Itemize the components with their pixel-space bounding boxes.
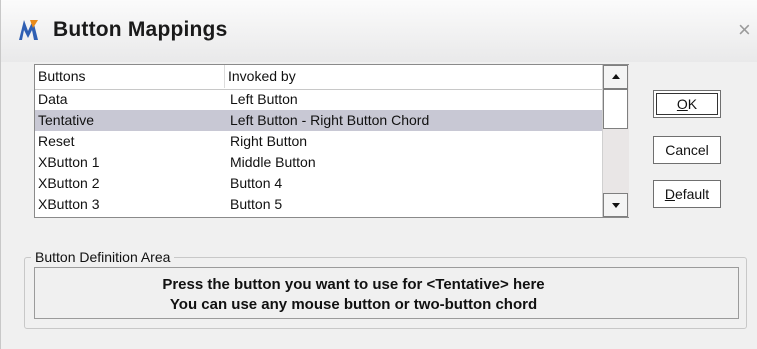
vertical-scrollbar[interactable] xyxy=(602,65,629,217)
instruction-line-2: You can use any mouse button or two-butt… xyxy=(169,296,538,313)
row-invoked-by: Right Button xyxy=(230,133,308,149)
list-row[interactable]: Data Left Button xyxy=(35,89,602,110)
button-mapping-list[interactable]: Buttons Invoked by Data Left Button Tent… xyxy=(34,64,629,218)
list-row-selected[interactable]: Tentative Left Button - Right Button Cho… xyxy=(35,110,602,131)
instruction-line-1: Press the button you want to use for <Te… xyxy=(162,276,545,293)
row-button-name: Data xyxy=(38,91,68,107)
column-header-buttons[interactable]: Buttons xyxy=(35,65,225,88)
list-row[interactable]: Reset Right Button xyxy=(35,131,602,152)
window-title: Button Mappings xyxy=(53,18,228,41)
groupbox-label: Button Definition Area xyxy=(31,248,175,266)
default-button[interactable]: Default xyxy=(653,180,721,208)
row-invoked-by: Button 5 xyxy=(230,196,283,212)
ok-mnemonic: O xyxy=(676,96,688,112)
cancel-button[interactable]: Cancel xyxy=(653,136,721,164)
default-label-rest: efault xyxy=(674,186,710,202)
row-button-name: Tentative xyxy=(38,112,95,128)
default-mnemonic: D xyxy=(664,186,675,202)
row-invoked-by: Left Button xyxy=(230,91,298,107)
scrollbar-thumb[interactable] xyxy=(603,89,628,129)
row-invoked-by: Left Button - Right Button Chord xyxy=(230,112,430,128)
ok-label-rest: K xyxy=(687,96,698,112)
row-invoked-by: Button 4 xyxy=(230,175,283,191)
microstation-m-icon xyxy=(19,20,38,40)
list-row[interactable]: XButton 3 Button 5 xyxy=(35,194,602,215)
scroll-down-button[interactable] xyxy=(603,193,628,217)
title-bar[interactable]: Button Mappings × xyxy=(1,0,757,62)
list-row[interactable]: XButton 1 Middle Button xyxy=(35,152,602,173)
row-button-name: Reset xyxy=(38,133,75,149)
list-rows: Data Left Button Tentative Left Button -… xyxy=(35,89,602,215)
close-icon[interactable]: × xyxy=(738,17,757,43)
arrow-down-icon xyxy=(612,203,620,208)
list-row[interactable]: XButton 2 Button 4 xyxy=(35,173,602,194)
row-button-name: XButton 2 xyxy=(38,175,100,191)
column-header-invoked-by[interactable]: Invoked by xyxy=(225,65,602,88)
button-mappings-dialog: Button Mappings × Buttons Invoked by Dat… xyxy=(0,0,757,349)
row-button-name: XButton 3 xyxy=(38,196,100,212)
row-invoked-by: Middle Button xyxy=(230,154,316,170)
scroll-up-button[interactable] xyxy=(603,65,628,89)
list-header: Buttons Invoked by xyxy=(35,65,602,90)
ok-button[interactable]: OK xyxy=(653,90,721,118)
arrow-up-icon xyxy=(612,74,620,79)
row-button-name: XButton 1 xyxy=(38,154,100,170)
